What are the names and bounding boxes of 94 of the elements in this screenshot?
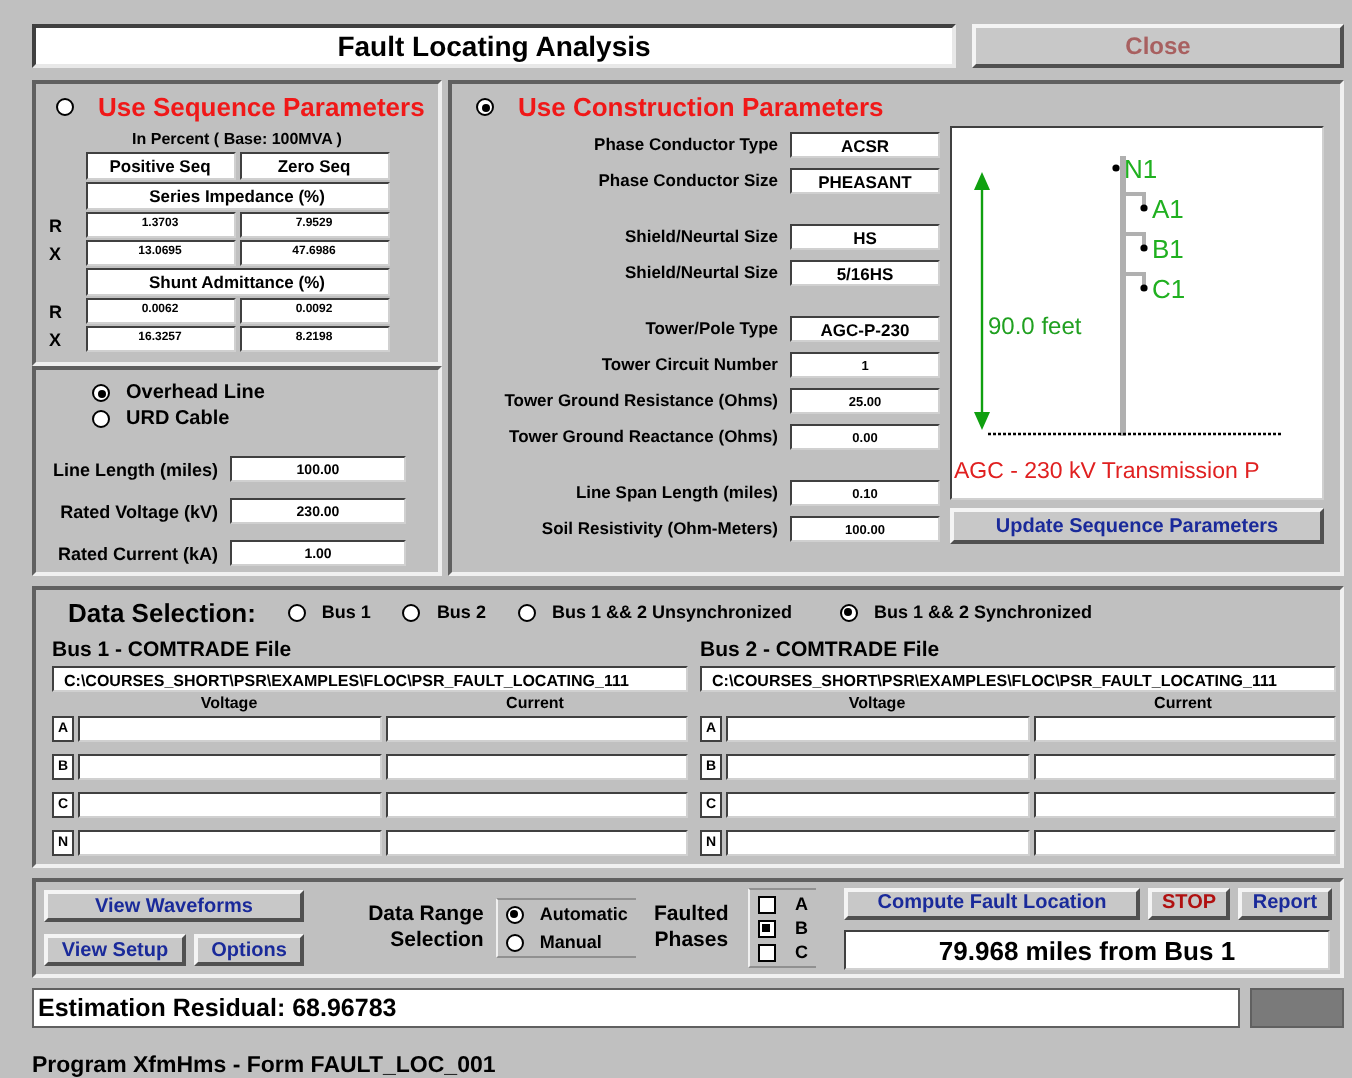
- field-label: Shield/Neurtal Size: [624, 226, 778, 246]
- section-header: Shunt Admittance (%): [85, 268, 389, 296]
- field-label: Soil Resistivity (Ohm-Meters): [541, 518, 778, 538]
- input-field[interactable]: PHEASANT: [790, 167, 940, 193]
- compute-button[interactable]: Compute Fault Location: [844, 887, 1140, 919]
- column-header: Zero Seq: [239, 152, 389, 180]
- radio-label: Bus 2: [436, 602, 486, 622]
- current-field[interactable]: [1033, 830, 1336, 856]
- radio-button[interactable]: [517, 603, 536, 621]
- radio-button[interactable]: [92, 410, 110, 428]
- voltage-field[interactable]: [78, 754, 381, 780]
- stop-button[interactable]: STOP: [1148, 887, 1230, 919]
- radio-button[interactable]: [476, 98, 494, 116]
- field-label: Rated Voltage (kV): [60, 501, 218, 521]
- radio-button[interactable]: [505, 933, 524, 951]
- voltage-field[interactable]: [78, 830, 381, 856]
- checkbox[interactable]: [757, 943, 775, 961]
- faulted-phases-label: Faulted Phases: [652, 902, 731, 954]
- input-field[interactable]: AGC-P-230: [790, 315, 940, 341]
- field-label: Tower Circuit Number: [601, 354, 778, 374]
- status-block: [1250, 988, 1344, 1028]
- field-label: Line Length (miles): [52, 459, 218, 479]
- section-header: Series Impedance (%): [85, 182, 389, 210]
- column-header: Voltage: [846, 693, 908, 711]
- voltage-field[interactable]: [726, 716, 1029, 742]
- report-button[interactable]: Report: [1238, 887, 1332, 919]
- current-field[interactable]: [385, 716, 688, 742]
- checkbox[interactable]: [757, 919, 775, 937]
- column-header: Current: [504, 693, 566, 711]
- radio-label: Automatic: [539, 904, 628, 924]
- radio-label: Overhead Line: [126, 382, 265, 404]
- current-field[interactable]: [385, 792, 688, 818]
- field-label: Shield/Neurtal Size: [624, 262, 778, 282]
- field-label: Rated Current (kA): [57, 543, 218, 563]
- voltage-field[interactable]: [78, 792, 381, 818]
- bus-title: Bus 1 - COMTRADE File: [52, 638, 294, 666]
- data-range-label: Data Range Selection: [366, 902, 484, 954]
- window-title: Fault Locating Analysis: [32, 24, 956, 68]
- current-field[interactable]: [385, 830, 688, 856]
- checkbox-label: B: [795, 918, 808, 938]
- input-field[interactable]: 5/16HS: [790, 259, 940, 285]
- voltage-field[interactable]: [78, 716, 381, 742]
- voltage-field[interactable]: [726, 830, 1029, 856]
- column-header: Voltage: [198, 693, 260, 711]
- checkbox-label: C: [795, 942, 808, 962]
- radio-label: URD Cable: [126, 408, 230, 430]
- current-field[interactable]: [1033, 716, 1336, 742]
- row-label: X: [49, 327, 64, 352]
- radio-button[interactable]: [402, 603, 421, 621]
- section-heading: Use Construction Parameters: [518, 92, 884, 122]
- residual-field: Estimation Residual: 68.96783: [32, 988, 1240, 1028]
- section-heading: Use Sequence Parameters: [98, 92, 425, 122]
- field-label: Tower/Pole Type: [645, 318, 778, 338]
- column-header: Positive Seq: [85, 152, 235, 180]
- radio-button[interactable]: [92, 384, 110, 402]
- current-field[interactable]: [1033, 792, 1336, 818]
- file-path-field[interactable]: C:\COURSES_SHORT\PSR\EXAMPLES\FLOC\PSR_FAULT_LOCATING_111: [52, 666, 688, 692]
- tower-drawing: N1 A1 B1 C1 90.0 feet: [952, 128, 1322, 460]
- voltage-field[interactable]: [726, 792, 1029, 818]
- current-field[interactable]: [385, 754, 688, 780]
- input-field[interactable]: HS: [790, 223, 940, 249]
- input-field[interactable]: ACSR: [790, 131, 940, 157]
- field-label: Tower Ground Resistance (Ohms): [504, 390, 778, 410]
- voltage-field[interactable]: [726, 754, 1029, 780]
- options-button[interactable]: Options: [194, 934, 304, 966]
- radio-button[interactable]: [287, 603, 306, 621]
- checkbox-label: A: [795, 894, 808, 914]
- field-label: Line Span Length (miles): [575, 482, 778, 502]
- radio-label: Manual: [539, 932, 602, 952]
- radio-button[interactable]: [505, 905, 524, 923]
- program-label: Program XfmHms - Form FAULT_LOC_001: [32, 1054, 498, 1078]
- radio-button[interactable]: [839, 603, 858, 621]
- radio-label: Bus 1 && 2 Synchronized: [873, 602, 1093, 622]
- result-field: 79.968 miles from Bus 1: [844, 929, 1330, 969]
- row-label: R: [49, 213, 64, 238]
- current-field[interactable]: [1033, 754, 1336, 780]
- column-header: Current: [1152, 693, 1214, 711]
- field-label: Phase Conductor Size: [598, 170, 778, 190]
- row-label: X: [49, 241, 64, 266]
- file-path-field[interactable]: C:\COURSES_SHORT\PSR\EXAMPLES\FLOC\PSR_FAULT_LOCATING_111: [700, 666, 1336, 692]
- bus-title: Bus 2 - COMTRADE File: [700, 638, 942, 666]
- view-waveforms-button[interactable]: View Waveforms: [44, 890, 304, 922]
- checkbox[interactable]: [757, 895, 775, 913]
- radio-label: Bus 1: [321, 602, 371, 622]
- radio-button[interactable]: [56, 98, 74, 116]
- field-label: Phase Conductor Type: [594, 134, 778, 154]
- view-setup-button[interactable]: View Setup: [44, 934, 186, 966]
- row-label: R: [49, 299, 64, 324]
- section-label: Data Selection:: [68, 597, 256, 627]
- field-label: Tower Ground Reactance (Ohms): [509, 426, 778, 446]
- base-label: In Percent ( Base: 100MVA ): [132, 130, 342, 148]
- diagram-caption: AGC - 230 kV Transmission P: [952, 460, 1262, 484]
- update-button[interactable]: Update Sequence Parameters: [950, 508, 1324, 544]
- radio-label: Bus 1 && 2 Unsynchronized: [551, 602, 792, 622]
